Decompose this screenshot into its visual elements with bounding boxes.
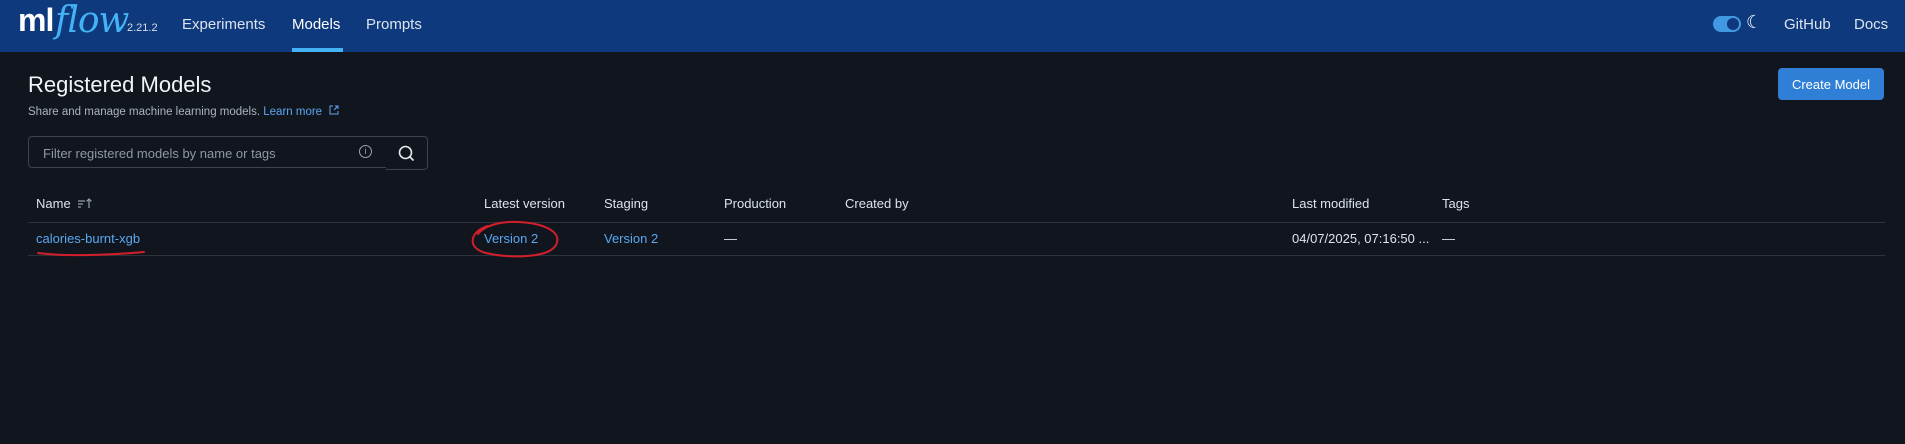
- column-header-latest-version: Latest version: [484, 196, 565, 211]
- model-name-link[interactable]: calories-burnt-xgb: [36, 231, 140, 246]
- row-divider: [28, 255, 1885, 256]
- info-icon[interactable]: i: [359, 145, 372, 158]
- top-navbar: ml flow 2.21.2 Experiments Models Prompt…: [0, 0, 1905, 52]
- create-model-button[interactable]: Create Model: [1778, 68, 1884, 100]
- sort-ascending-icon[interactable]: [78, 197, 93, 212]
- logo-flow-text: flow: [55, 0, 129, 41]
- latest-version-link[interactable]: Version 2: [484, 231, 538, 246]
- logo-ml-text: ml: [18, 2, 54, 38]
- search-icon: [398, 145, 415, 162]
- toggle-knob: [1727, 18, 1739, 30]
- tags-value: —: [1442, 231, 1455, 246]
- nav-experiments[interactable]: Experiments: [182, 16, 265, 33]
- column-header-last-modified: Last modified: [1292, 196, 1370, 211]
- page-subtitle: Share and manage machine learning models…: [28, 105, 339, 118]
- column-header-tags: Tags: [1442, 196, 1470, 211]
- column-name-label: Name: [36, 196, 71, 211]
- nav-models[interactable]: Models: [292, 16, 340, 33]
- docs-link[interactable]: Docs: [1854, 16, 1888, 33]
- learn-more-link[interactable]: Learn more: [263, 106, 322, 118]
- version-label: 2.21.2: [127, 22, 158, 34]
- header-divider: [28, 222, 1885, 223]
- production-value: —: [724, 231, 737, 246]
- column-header-staging: Staging: [604, 196, 649, 211]
- column-header-created-by: Created by: [845, 196, 909, 211]
- page-title: Registered Models: [28, 72, 212, 97]
- external-link-icon: [329, 105, 339, 118]
- search-box: i: [28, 136, 388, 168]
- search-button[interactable]: [386, 136, 428, 170]
- staging-version-link[interactable]: Version 2: [604, 231, 658, 246]
- nav-active-indicator: [292, 48, 343, 52]
- subtitle-text: Share and manage machine learning models…: [28, 106, 261, 118]
- search-input[interactable]: [41, 143, 345, 163]
- nav-prompts[interactable]: Prompts: [366, 16, 422, 33]
- github-link[interactable]: GitHub: [1784, 16, 1831, 33]
- theme-toggle[interactable]: [1713, 16, 1741, 32]
- last-modified-value: 04/07/2025, 07:16:50 ...: [1292, 231, 1430, 246]
- column-header-production: Production: [724, 196, 787, 211]
- moon-icon: ☾: [1746, 12, 1763, 32]
- column-header-name[interactable]: Name: [36, 196, 93, 212]
